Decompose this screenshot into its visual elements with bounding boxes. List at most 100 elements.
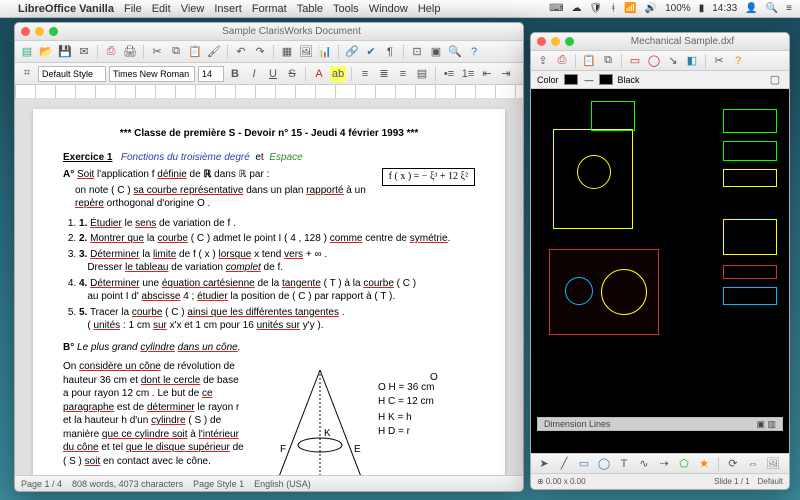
status-page[interactable]: Page 1 / 4 bbox=[21, 479, 62, 489]
keyboard-icon[interactable]: ⌨ bbox=[549, 3, 563, 14]
user-icon[interactable]: 👤 bbox=[745, 3, 757, 14]
curve-tool-icon[interactable]: ∿ bbox=[636, 456, 652, 472]
nonprinting-icon[interactable]: ¶ bbox=[382, 44, 398, 60]
line-icon[interactable]: ╱ bbox=[556, 456, 572, 472]
help-icon[interactable]: ? bbox=[730, 53, 746, 69]
close-button[interactable] bbox=[21, 27, 30, 36]
bold-button[interactable]: B bbox=[227, 66, 243, 82]
hyperlink-icon[interactable]: 🔗 bbox=[344, 44, 360, 60]
ellipse-tool-icon[interactable]: ◯ bbox=[596, 456, 612, 472]
highlight-icon[interactable]: ab bbox=[330, 66, 346, 82]
font-name-combo[interactable]: Times New Roman bbox=[109, 66, 195, 82]
styles-icon[interactable]: ⌗ bbox=[19, 66, 35, 82]
paste-icon[interactable]: 📋 bbox=[187, 44, 203, 60]
gallery-icon[interactable]: ▣ bbox=[428, 44, 444, 60]
align-icon[interactable]: ⇔ bbox=[745, 456, 761, 472]
help-icon[interactable]: ? bbox=[466, 44, 482, 60]
menu-format[interactable]: Format bbox=[252, 3, 287, 15]
paintbrush-icon[interactable]: 🖌 bbox=[206, 44, 222, 60]
font-size-combo[interactable]: 14 bbox=[198, 66, 224, 82]
image-icon[interactable]: 🖼 bbox=[298, 44, 314, 60]
writer-titlebar[interactable]: Sample ClarisWorks Document bbox=[15, 23, 523, 41]
italic-button[interactable]: I bbox=[246, 66, 262, 82]
line-color-swatch[interactable] bbox=[564, 74, 578, 85]
export-icon[interactable]: ⇪ bbox=[535, 53, 551, 69]
align-left-icon[interactable]: ≡ bbox=[357, 66, 373, 82]
undo-icon[interactable]: ↶ bbox=[233, 44, 249, 60]
save-icon[interactable]: 💾 bbox=[57, 44, 73, 60]
layer-tab[interactable]: Dimension Lines ▣ ▥ bbox=[537, 417, 783, 431]
paragraph-style-combo[interactable]: Default Style bbox=[38, 66, 106, 82]
cloud-icon[interactable]: ☁ bbox=[572, 3, 582, 14]
menu-edit[interactable]: Edit bbox=[152, 3, 171, 15]
minimize-button[interactable] bbox=[35, 27, 44, 36]
fill-color-swatch[interactable] bbox=[599, 74, 613, 85]
text-tool-icon[interactable]: T bbox=[616, 456, 632, 472]
3d-icon[interactable]: ◧ bbox=[684, 53, 700, 69]
document-area[interactable]: *** Classe de première S - Devoir n° 15 … bbox=[15, 99, 523, 475]
rotate-icon[interactable]: ⟳ bbox=[725, 456, 741, 472]
underline-button[interactable]: U bbox=[265, 66, 281, 82]
cut-icon[interactable]: ✂ bbox=[149, 44, 165, 60]
draw-canvas[interactable]: Dimension Lines ▣ ▥ bbox=[531, 89, 789, 453]
zoom-button[interactable] bbox=[565, 37, 574, 46]
strike-button[interactable]: S bbox=[284, 66, 300, 82]
status-slide[interactable]: Slide 1 / 1 bbox=[714, 477, 750, 486]
numbering-icon[interactable]: 1≡ bbox=[460, 66, 476, 82]
rect-tool-icon[interactable]: ▭ bbox=[576, 456, 592, 472]
shape-ellipse-icon[interactable]: ◯ bbox=[646, 53, 662, 69]
bullets-icon[interactable]: •≡ bbox=[441, 66, 457, 82]
spotlight-icon[interactable]: 🔍 bbox=[766, 3, 778, 14]
menu-tools[interactable]: Tools bbox=[333, 3, 359, 15]
connector-icon[interactable]: ⇢ bbox=[656, 456, 672, 472]
font-color-icon[interactable]: A bbox=[311, 66, 327, 82]
menu-file[interactable]: File bbox=[124, 3, 142, 15]
justify-icon[interactable]: ▤ bbox=[414, 66, 430, 82]
chart-icon[interactable]: 📊 bbox=[317, 44, 333, 60]
menu-view[interactable]: View bbox=[181, 3, 205, 15]
notification-icon[interactable]: ≡ bbox=[786, 3, 792, 14]
pdf-icon[interactable]: ⎙ bbox=[554, 53, 570, 69]
align-right-icon[interactable]: ≡ bbox=[395, 66, 411, 82]
status-words[interactable]: 808 words, 4073 characters bbox=[72, 479, 183, 489]
crop-icon[interactable]: ✂ bbox=[711, 53, 727, 69]
shape-rect-icon[interactable]: ▭ bbox=[627, 53, 643, 69]
basic-shapes-icon[interactable]: ⬠ bbox=[676, 456, 692, 472]
zoom-button[interactable] bbox=[49, 27, 58, 36]
status-language[interactable]: English (USA) bbox=[254, 479, 311, 489]
print-icon[interactable]: 🖨 bbox=[122, 44, 138, 60]
menu-window[interactable]: Window bbox=[369, 3, 408, 15]
menu-table[interactable]: Table bbox=[297, 3, 323, 15]
open-icon[interactable]: 📂 bbox=[38, 44, 54, 60]
volume-icon[interactable]: 🔊 bbox=[645, 3, 657, 14]
email-icon[interactable]: ✉ bbox=[76, 44, 92, 60]
clone-icon[interactable]: ⧉ bbox=[600, 53, 616, 69]
horizontal-ruler[interactable] bbox=[15, 85, 523, 99]
navigator-icon[interactable]: ⊡ bbox=[409, 44, 425, 60]
redo-icon[interactable]: ↷ bbox=[252, 44, 268, 60]
menu-help[interactable]: Help bbox=[418, 3, 441, 15]
draw-titlebar[interactable]: Mechanical Sample.dxf bbox=[531, 33, 789, 51]
spellcheck-icon[interactable]: ✔ bbox=[363, 44, 379, 60]
align-center-icon[interactable]: ≣ bbox=[376, 66, 392, 82]
app-name[interactable]: LibreOffice Vanilla bbox=[18, 3, 114, 15]
indent-inc-icon[interactable]: ⇥ bbox=[498, 66, 514, 82]
pointer-icon[interactable]: ➤ bbox=[536, 456, 552, 472]
insert-image-icon[interactable]: 🖼 bbox=[765, 456, 781, 472]
new-doc-icon[interactable]: ▤ bbox=[19, 44, 35, 60]
indent-dec-icon[interactable]: ⇤ bbox=[479, 66, 495, 82]
wifi-icon[interactable]: 📶 bbox=[624, 3, 636, 14]
color-name[interactable]: Black bbox=[618, 75, 640, 85]
table-icon[interactable]: ▦ bbox=[279, 44, 295, 60]
arrow-icon[interactable]: ↘ bbox=[665, 53, 681, 69]
shadow-icon[interactable]: ▢ bbox=[767, 72, 783, 88]
status-layout[interactable]: Default bbox=[758, 477, 783, 486]
status-pagestyle[interactable]: Page Style 1 bbox=[193, 479, 244, 489]
paste-icon[interactable]: 📋 bbox=[581, 53, 597, 69]
close-button[interactable] bbox=[537, 37, 546, 46]
minimize-button[interactable] bbox=[551, 37, 560, 46]
copy-icon[interactable]: ⧉ bbox=[168, 44, 184, 60]
bluetooth-icon[interactable]: ᚼ bbox=[610, 3, 616, 14]
shield-icon[interactable]: 🛡 bbox=[590, 3, 603, 14]
pdf-icon[interactable]: ⎙ bbox=[103, 44, 119, 60]
